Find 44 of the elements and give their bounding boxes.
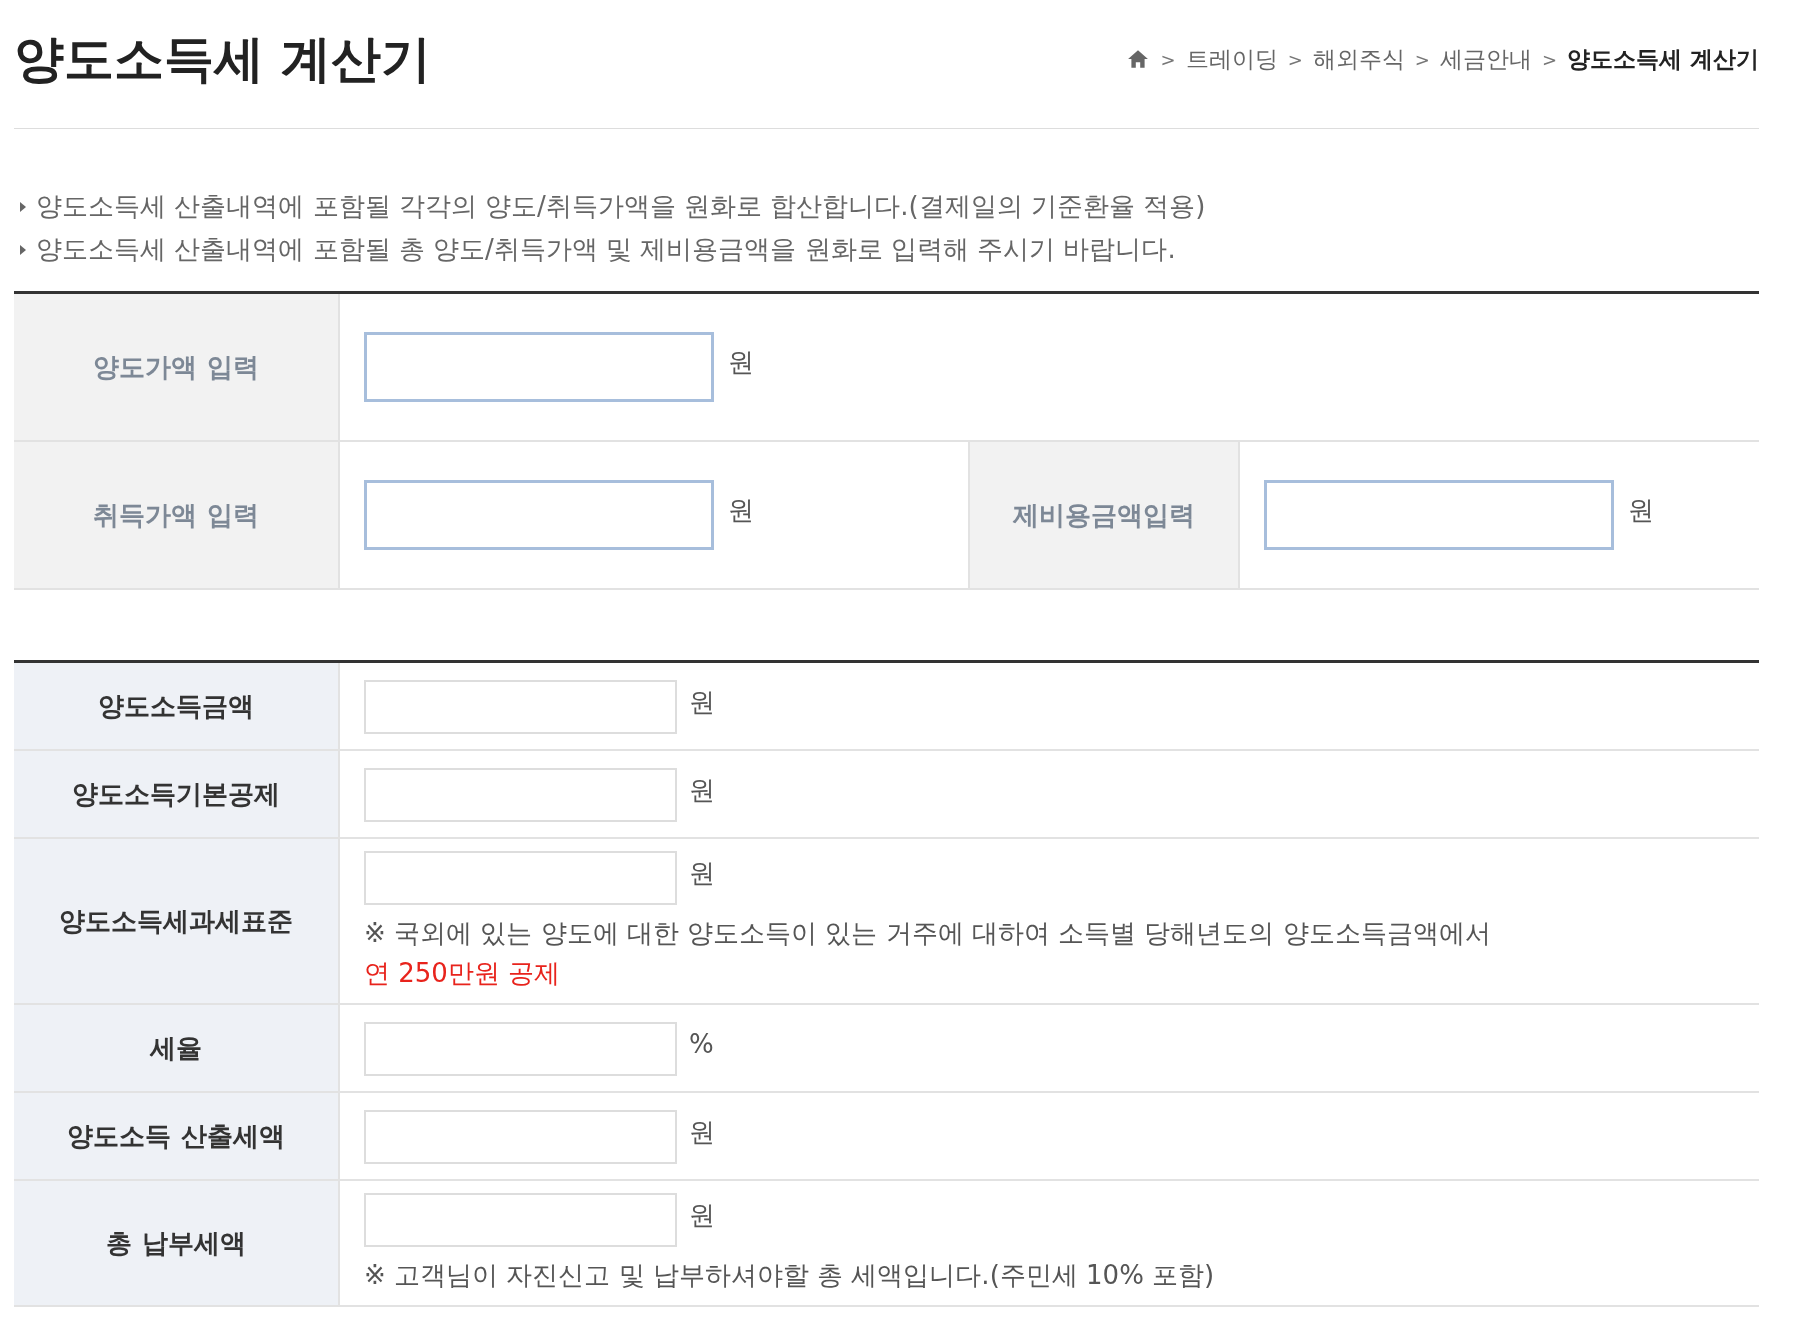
note-text: ※ 고객님이 자진신고 및 납부하셔야할 총 세액입니다.(주민세 10% 포함) [364, 1259, 1216, 1292]
field-label: 양도소득금액 [14, 663, 340, 749]
result-field[interactable] [364, 851, 677, 905]
bullet-icon [20, 201, 26, 212]
unit-label: 원 [689, 685, 715, 719]
input-field[interactable] [364, 332, 714, 402]
breadcrumb-link[interactable]: 해외주식 [1312, 43, 1405, 75]
breadcrumb-separator: > [1541, 48, 1557, 70]
breadcrumb-link[interactable]: 트레이딩 [1185, 43, 1278, 75]
unit-label: 원 [689, 856, 715, 890]
unit-label: 원 [689, 773, 715, 807]
unit-label: 원 [689, 1115, 715, 1149]
page-title: 양도소득세 계산기 [14, 28, 432, 90]
result-field[interactable] [364, 768, 677, 822]
breadcrumb-link[interactable]: 양도소득세 계산기 [1567, 43, 1759, 75]
home-icon[interactable] [1126, 49, 1149, 69]
field-label: 양도가액 입력 [14, 294, 340, 440]
result-field[interactable] [364, 1022, 677, 1076]
result-field[interactable] [364, 1193, 677, 1247]
unit-label: 원 [1628, 493, 1654, 527]
breadcrumb-separator: > [1414, 48, 1430, 70]
highlight-note: 연 250만원 공제 [364, 957, 562, 990]
bullet-icon [20, 244, 26, 255]
result-field[interactable] [364, 680, 677, 734]
unit-label: % [689, 1029, 714, 1059]
breadcrumb-link[interactable]: 세금안내 [1439, 43, 1532, 75]
field-label: 취득가액 입력 [14, 442, 340, 588]
note-text: ※ 국외에 있는 양도에 대한 양도소득이 있는 거주에 대하여 소득별 당해년도의 양도소득금액에서 [364, 917, 1492, 950]
field-label: 양도소득 산출세액 [14, 1093, 340, 1179]
input-field[interactable] [364, 480, 714, 550]
field-label: 양도소득기본공제 [14, 751, 340, 837]
info-text: 양도소득세 산출내역에 포함될 총 양도/취득가액 및 제비용금액을 원화로 입력해 주시기 바랍니다. [36, 233, 1176, 266]
field-label: 제비용금액입력 [970, 442, 1240, 588]
field-label: 총 납부세액 [14, 1181, 340, 1305]
input-field[interactable] [1264, 480, 1614, 550]
breadcrumb-separator: > [1160, 48, 1176, 70]
field-label: 양도소득세과세표준 [14, 839, 340, 1003]
unit-label: 원 [728, 493, 754, 527]
field-label: 세율 [14, 1005, 340, 1091]
info-text: 양도소득세 산출내역에 포함될 각각의 양도/취득가액을 원화로 합산합니다.(결제일의 기준환율 적용) [36, 190, 1206, 223]
result-field[interactable] [364, 1110, 677, 1164]
unit-label: 원 [689, 1198, 715, 1232]
unit-label: 원 [728, 345, 754, 379]
breadcrumb-separator: > [1287, 48, 1303, 70]
